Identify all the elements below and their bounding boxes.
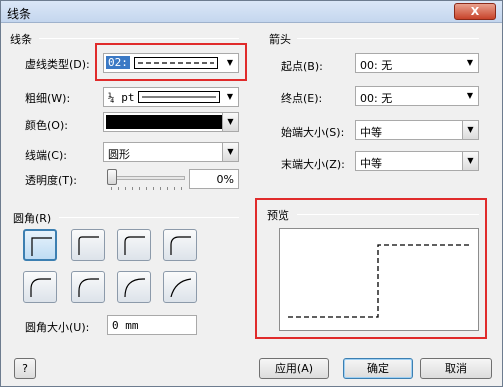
preview-section-title: 预览	[267, 209, 289, 222]
chevron-down-icon[interactable]: ▼	[462, 54, 478, 72]
corner-round-5-icon	[78, 278, 99, 297]
begin-arrow-select[interactable]: 00: 无 ▼	[355, 53, 479, 73]
chevron-down-icon[interactable]: ▼	[462, 152, 478, 170]
end-size-label: 末端大小(Z):	[281, 158, 345, 171]
arrow-section-divider	[297, 38, 479, 39]
preview-dashed-line	[288, 244, 470, 318]
slider-tick	[125, 187, 126, 190]
slider-tick	[146, 187, 147, 190]
weight-value: ¼ pt	[108, 91, 135, 104]
help-icon: ?	[22, 362, 28, 375]
dash-type-label: 虚线类型(D):	[25, 58, 90, 71]
help-button[interactable]: ?	[14, 358, 36, 379]
begin-size-label: 始端大小(S):	[281, 126, 345, 139]
ok-button[interactable]: 确定	[343, 358, 413, 379]
corner-round-7-icon	[170, 278, 191, 297]
slider-tick	[139, 187, 140, 190]
line-section-title: 线条	[10, 33, 32, 46]
begin-size-select[interactable]: 中等 ▼	[355, 120, 479, 140]
slider-tick	[153, 187, 154, 190]
corner-style-round-5-button[interactable]	[71, 271, 105, 303]
color-label: 颜色(O):	[25, 119, 68, 132]
transparency-input[interactable]: 0%	[189, 169, 239, 189]
color-select[interactable]: ▼	[103, 112, 239, 132]
corner-round-6-icon	[124, 278, 145, 297]
end-arrow-value: 00: 无	[360, 92, 393, 105]
slider-tick	[174, 187, 175, 190]
chevron-down-icon[interactable]: ▼	[222, 113, 238, 131]
cap-select[interactable]: 圆形 ▼	[103, 142, 239, 162]
chevron-down-icon[interactable]: ▼	[462, 87, 478, 105]
cap-value: 圆形	[108, 148, 130, 161]
close-button[interactable]: X	[454, 3, 496, 20]
preview-section-divider	[297, 214, 479, 215]
corner-size-label: 圆角大小(U):	[25, 321, 90, 334]
end-arrow-label: 终点(E):	[281, 92, 323, 105]
corner-style-round-3-button[interactable]	[163, 229, 197, 261]
slider-tick	[111, 187, 112, 190]
slider-tick	[160, 187, 161, 190]
slider-tick	[118, 187, 119, 190]
slider-tick	[132, 187, 133, 190]
corner-round-2-icon	[124, 236, 145, 255]
window-title: 线条	[7, 7, 32, 21]
corner-section-title: 圆角(R)	[13, 212, 52, 225]
corner-style-round-4-button[interactable]	[23, 271, 57, 303]
corner-round-1-icon	[78, 236, 99, 255]
corner-style-round-2-button[interactable]	[117, 229, 151, 261]
weight-select[interactable]: ¼ pt ▼	[103, 87, 239, 107]
chevron-down-icon[interactable]: ▼	[222, 143, 238, 161]
line-dialog: 线条 X 线条 虚线类型(D): 02: ▼ 粗细(W): ¼ pt ▼ 颜色(…	[0, 0, 503, 387]
arrow-section-title: 箭头	[269, 33, 291, 46]
corner-round-4-icon	[30, 278, 51, 297]
transparency-slider-thumb[interactable]	[107, 169, 117, 185]
end-arrow-select[interactable]: 00: 无 ▼	[355, 86, 479, 106]
corner-square-icon	[31, 237, 52, 256]
corner-round-3-icon	[170, 236, 191, 255]
corner-style-round-7-button[interactable]	[163, 271, 197, 303]
weight-line-sample	[138, 91, 220, 103]
corner-style-round-6-button[interactable]	[117, 271, 151, 303]
corner-style-square-button[interactable]	[23, 229, 57, 261]
chevron-down-icon[interactable]: ▼	[462, 121, 478, 139]
cap-label: 线端(C):	[25, 149, 67, 162]
begin-size-value: 中等	[360, 126, 382, 139]
preview-canvas	[279, 228, 479, 331]
cancel-button[interactable]: 取消	[420, 358, 492, 379]
begin-arrow-label: 起点(B):	[281, 60, 323, 73]
corner-section-divider	[59, 217, 239, 218]
slider-tick	[181, 187, 182, 190]
end-size-select[interactable]: 中等 ▼	[355, 151, 479, 171]
transparency-label: 透明度(T):	[25, 174, 78, 187]
begin-arrow-value: 00: 无	[360, 59, 393, 72]
slider-tick	[167, 187, 168, 190]
chevron-down-icon[interactable]: ▼	[222, 88, 238, 106]
color-swatch	[106, 115, 222, 129]
line-section-divider	[39, 38, 239, 39]
end-size-value: 中等	[360, 157, 382, 170]
highlight-box-dash-type	[95, 43, 247, 81]
title-bar[interactable]: 线条 X	[1, 1, 502, 23]
corner-style-round-1-button[interactable]	[71, 229, 105, 261]
weight-label: 粗细(W):	[25, 92, 71, 105]
corner-size-input[interactable]: 0 mm	[107, 315, 197, 335]
apply-button[interactable]: 应用(A)	[259, 358, 329, 379]
transparency-slider-track[interactable]	[107, 176, 185, 180]
